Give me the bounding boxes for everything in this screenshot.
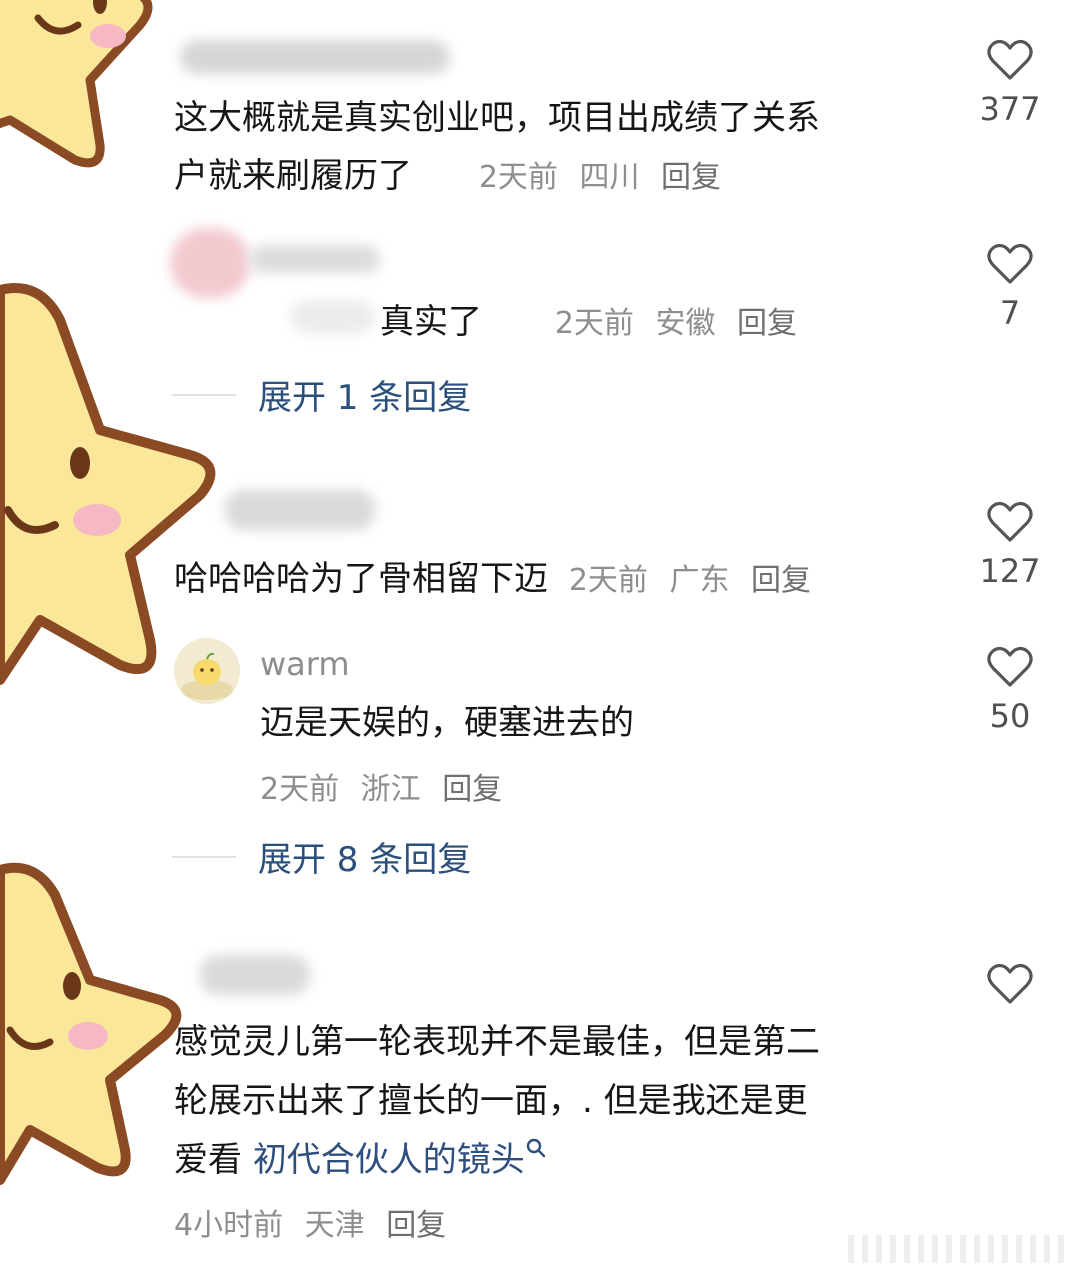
comment-time: 2天前 (478, 160, 558, 195)
comment-text-line: 哈哈哈哈为了骨相留下迈 2天前 广东 回复 (174, 549, 823, 611)
like-button[interactable]: 50 (970, 645, 1050, 735)
username-redacted (200, 955, 310, 995)
heart-outline-icon (987, 39, 1033, 80)
comment-text-redacted (290, 300, 375, 334)
comment-meta: 2天前 安徽 回复 (555, 306, 809, 341)
comment-text-fragment: 爱看 (174, 1140, 253, 1180)
like-count: 50 (989, 697, 1031, 735)
reply-button[interactable]: 回复 (737, 306, 797, 341)
expand-replies-button[interactable]: 展开 8 条回复 (172, 832, 471, 881)
like-button[interactable] (970, 962, 1050, 1006)
like-count: 127 (979, 552, 1041, 590)
reply-username[interactable]: warm (260, 645, 350, 683)
username-redacted (180, 40, 450, 74)
comment-text-line: 真实了 2天前 安徽 回复 (380, 292, 809, 354)
reply-button[interactable]: 回复 (442, 772, 502, 807)
star-sticker-top (0, 0, 153, 168)
comment-location: 天津 (304, 1208, 365, 1243)
avatar[interactable] (174, 638, 240, 704)
comment-text-line: 感觉灵儿第一轮表现并不是最佳，但是第二 (174, 1022, 820, 1062)
reply-button[interactable]: 回复 (751, 563, 811, 598)
expand-replies-label: 展开 8 条回复 (258, 840, 472, 880)
comment-text-line: 爱看 初代合伙人的镜头 (174, 1130, 547, 1190)
reply-time: 2天前 (260, 772, 340, 807)
comment-time: 2天前 (568, 563, 648, 598)
search-icon[interactable] (525, 1137, 547, 1159)
reply-location: 浙江 (360, 772, 421, 807)
comment-time: 2天前 (554, 306, 634, 341)
divider-line (172, 855, 236, 858)
heart-outline-icon (987, 243, 1033, 284)
like-button[interactable]: 127 (970, 500, 1050, 590)
comment-text-line: 户就来刷履历了 2天前 四川 回复 (174, 146, 733, 208)
divider-line (172, 393, 236, 396)
reply-button[interactable]: 回复 (386, 1208, 446, 1243)
heart-outline-icon (987, 646, 1033, 687)
comment-location: 安徽 (655, 306, 716, 341)
like-button[interactable]: 377 (970, 38, 1050, 128)
watermark (848, 1235, 1068, 1263)
comment-meta: 2天前 广东 回复 (569, 563, 823, 598)
comment-time: 4小时前 (174, 1208, 284, 1243)
search-keyword-link[interactable]: 初代合伙人的镜头 (253, 1140, 525, 1180)
like-button[interactable]: 7 (970, 242, 1050, 332)
comment-text-fragment: 户就来刷履历了 (174, 156, 412, 196)
username-redacted (225, 490, 375, 530)
username-redacted (250, 245, 380, 273)
expand-replies-label: 展开 1 条回复 (258, 378, 472, 418)
expand-replies-button[interactable]: 展开 1 条回复 (172, 370, 471, 419)
comment-location: 四川 (579, 160, 640, 195)
comment-text-fragment: 哈哈哈哈为了骨相留下迈 (174, 559, 548, 599)
comment-text-fragment: 真实了 (380, 302, 482, 342)
heart-outline-icon (987, 501, 1033, 542)
comment-location: 广东 (669, 563, 730, 598)
avatar-image (174, 638, 240, 704)
avatar-redacted (170, 228, 250, 298)
heart-outline-icon (987, 963, 1033, 1004)
like-count: 7 (999, 294, 1021, 332)
like-count: 377 (979, 90, 1041, 128)
reply-text: 迈是天娱的，硬塞进去的 (260, 703, 634, 743)
comment-text-line: 这大概就是真实创业吧，项目出成绩了关系 (174, 98, 820, 138)
comment-meta: 2天前 四川 回复 (479, 160, 733, 195)
comment-meta: 4小时前 天津 回复 (174, 1200, 458, 1244)
reply-meta: 2天前 浙江 回复 (260, 764, 514, 808)
comment-text-line: 轮展示出来了擅长的一面，. 但是我还是更 (174, 1081, 808, 1121)
reply-button[interactable]: 回复 (661, 160, 721, 195)
